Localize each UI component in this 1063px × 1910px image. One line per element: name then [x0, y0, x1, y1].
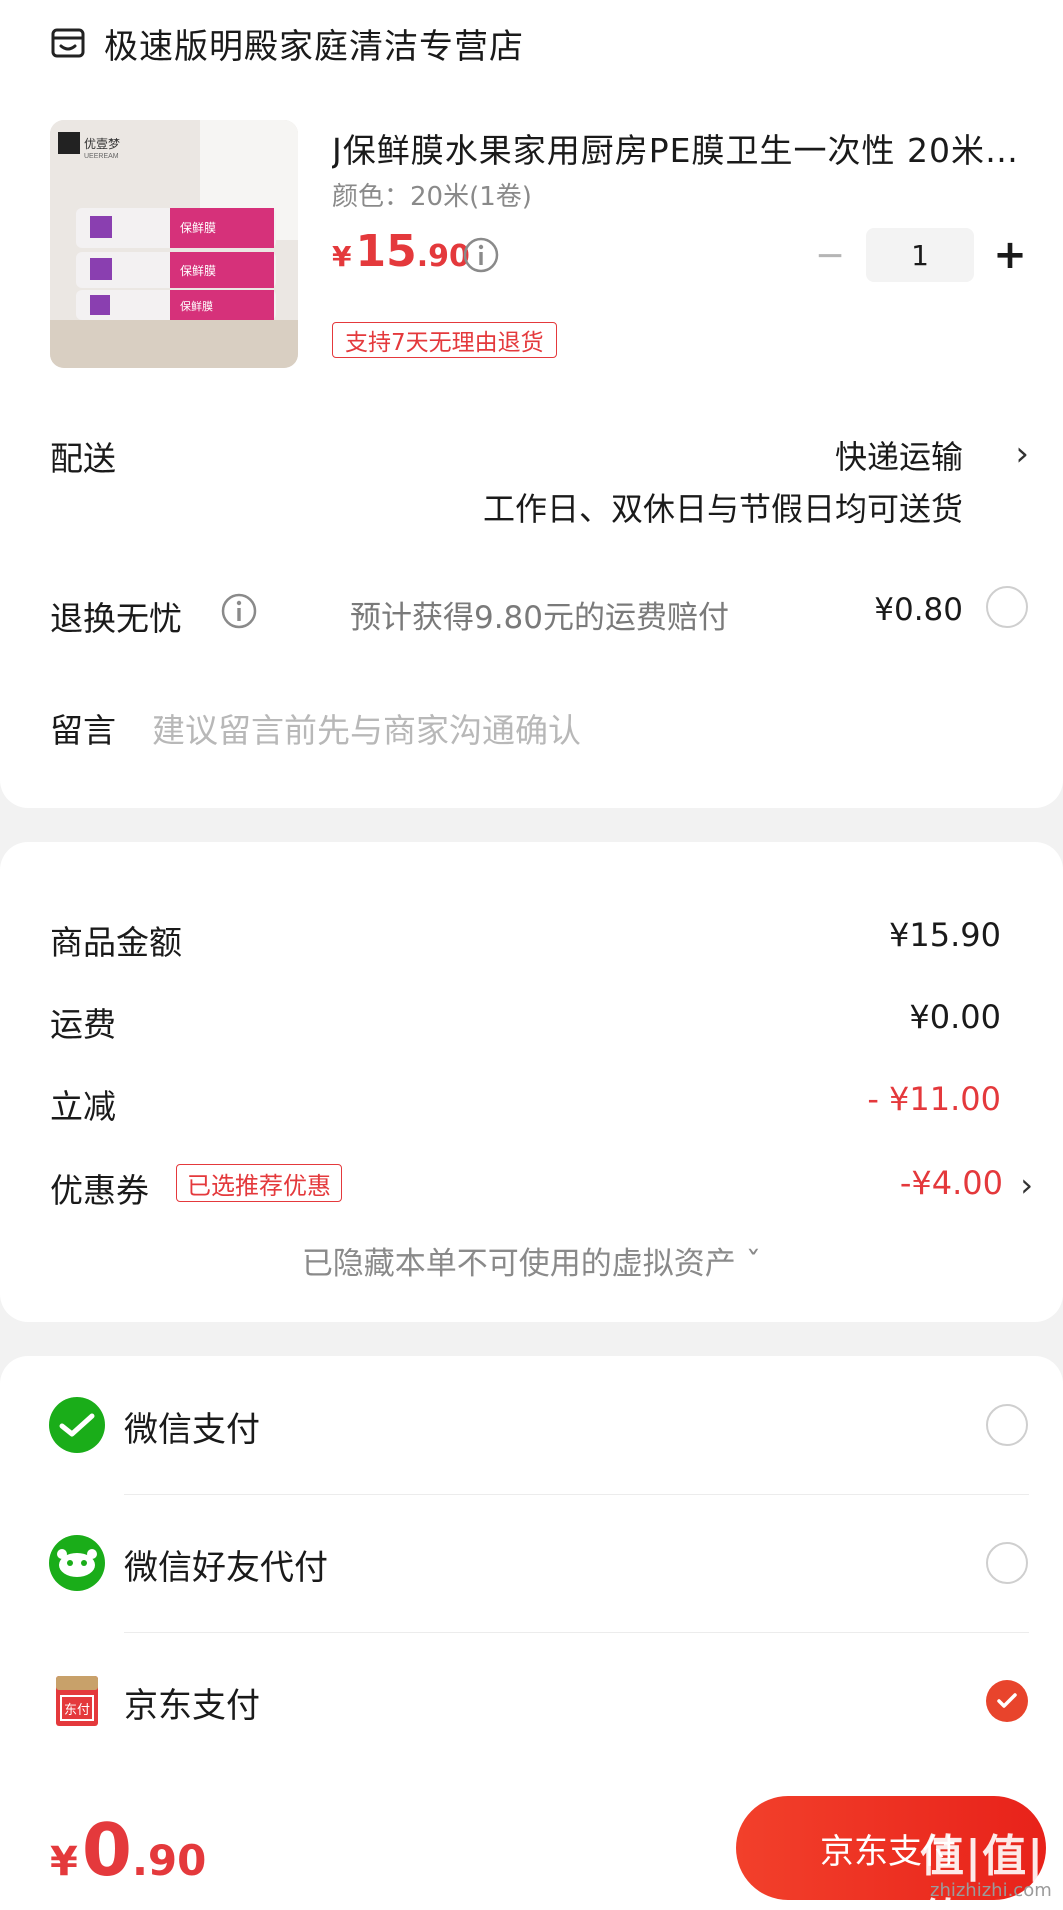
worry-free-radio[interactable] — [986, 586, 1028, 628]
goods-amount-value: ¥15.90 — [889, 916, 1001, 954]
product-spec[interactable]: 颜色：20米(1卷) — [332, 176, 532, 213]
delivery-note: 工作日、双休日与节假日均可送货 — [482, 490, 963, 528]
total-currency: ¥ — [50, 1839, 78, 1885]
worry-free-description: 预计获得9.80元的运费赔付 — [349, 600, 729, 636]
coupon-label: 优惠券 — [50, 1171, 149, 1210]
discount-label: 立减 — [50, 1087, 116, 1126]
payment-label: 微信支付 — [124, 1410, 260, 1450]
chevron-right-icon[interactable]: › — [1020, 1166, 1033, 1204]
shop-header[interactable]: 极速版明殿家庭清洁专营店 — [50, 20, 524, 67]
svg-text:优壹梦: 优壹梦 — [84, 137, 120, 151]
store-icon — [51, 28, 85, 58]
payment-option-wechat[interactable]: 微信支付 — [0, 1356, 1063, 1494]
wechat-friend-pay-icon — [49, 1535, 105, 1591]
return-policy-badge: 支持7天无理由退货 — [332, 322, 557, 358]
order-card: 极速版明殿家庭清洁专营店 优壹梦 UEEREAM 保鲜膜 保鲜膜 保鲜膜 J保鲜… — [0, 0, 1063, 808]
product-price: ¥ 15 .90 — [332, 226, 470, 277]
shipping-fee-label: 运费 — [50, 1005, 116, 1044]
quantity-decrease-button[interactable]: − — [812, 232, 848, 278]
total-integer: 0 — [81, 1808, 132, 1892]
info-icon[interactable] — [220, 592, 258, 630]
payment-methods-card: 微信支付 微信好友代付 东付 京东支付 — [0, 1356, 1063, 1776]
wechat-pay-icon — [49, 1397, 105, 1453]
price-integer: 15 — [355, 226, 417, 277]
shop-name: 极速版明殿家庭清洁专营店 — [104, 26, 524, 67]
product-photo: 优壹梦 UEEREAM 保鲜膜 保鲜膜 保鲜膜 — [50, 120, 298, 368]
coupon-value[interactable]: -¥4.00 — [900, 1164, 1003, 1202]
worry-free-price: ¥0.80 — [874, 592, 963, 628]
delivery-label: 配送 — [50, 439, 116, 478]
svg-text:保鲜膜: 保鲜膜 — [180, 299, 213, 313]
payment-option-jd[interactable]: 东付 京东支付 — [0, 1632, 1063, 1770]
price-currency: ¥ — [332, 240, 352, 273]
jd-pay-icon: 东付 — [56, 1676, 98, 1726]
watermark-site: zhizhizhi.com — [930, 1880, 1052, 1901]
goods-amount-label: 商品金额 — [50, 923, 182, 962]
message-input[interactable]: 建议留言前先与商家沟通确认 — [152, 704, 581, 752]
checked-radio-icon[interactable] — [986, 1680, 1028, 1722]
checkout-page: 极速版明殿家庭清洁专营店 优壹梦 UEEREAM 保鲜膜 保鲜膜 保鲜膜 J保鲜… — [0, 0, 1063, 1910]
quantity-input[interactable]: 1 — [866, 228, 974, 282]
shipping-fee-value: ¥0.00 — [909, 998, 1001, 1036]
quantity-increase-button[interactable]: + — [990, 230, 1030, 280]
svg-text:UEEREAM: UEEREAM — [84, 153, 119, 160]
chevron-right-icon[interactable]: › — [1015, 434, 1029, 474]
payment-radio[interactable] — [986, 1404, 1028, 1446]
product-title[interactable]: J保鲜膜水果家用厨房PE膜卫生一次性 20米(1卷) — [332, 124, 1022, 172]
payment-option-wechat-friend[interactable]: 微信好友代付 — [0, 1494, 1063, 1632]
total-decimal: .90 — [131, 1836, 207, 1885]
svg-text:保鲜膜: 保鲜膜 — [180, 264, 216, 278]
worry-free-label: 退换无忧 — [50, 599, 182, 638]
price-info-icon[interactable] — [462, 236, 500, 274]
payment-label: 微信好友代付 — [124, 1548, 328, 1588]
svg-text:保鲜膜: 保鲜膜 — [180, 221, 216, 235]
hidden-assets-toggle[interactable]: 已隐藏本单不可使用的虚拟资产 ˇ — [0, 1238, 1063, 1283]
delivery-method[interactable]: 快递运输 — [835, 432, 963, 478]
svg-text:东付: 东付 — [64, 1702, 90, 1717]
total-price: ¥ 0 .90 — [50, 1808, 206, 1892]
product-image[interactable]: 优壹梦 UEEREAM 保鲜膜 保鲜膜 保鲜膜 — [50, 120, 298, 368]
discount-value: - ¥11.00 — [867, 1080, 1001, 1118]
message-label: 留言 — [50, 711, 116, 750]
payment-label: 京东支付 — [124, 1686, 260, 1726]
checkout-bar: ¥ 0 .90 京东支付 — [0, 1776, 1063, 1910]
payment-radio[interactable] — [986, 1542, 1028, 1584]
coupon-recommended-tag: 已选推荐优惠 — [176, 1164, 342, 1202]
